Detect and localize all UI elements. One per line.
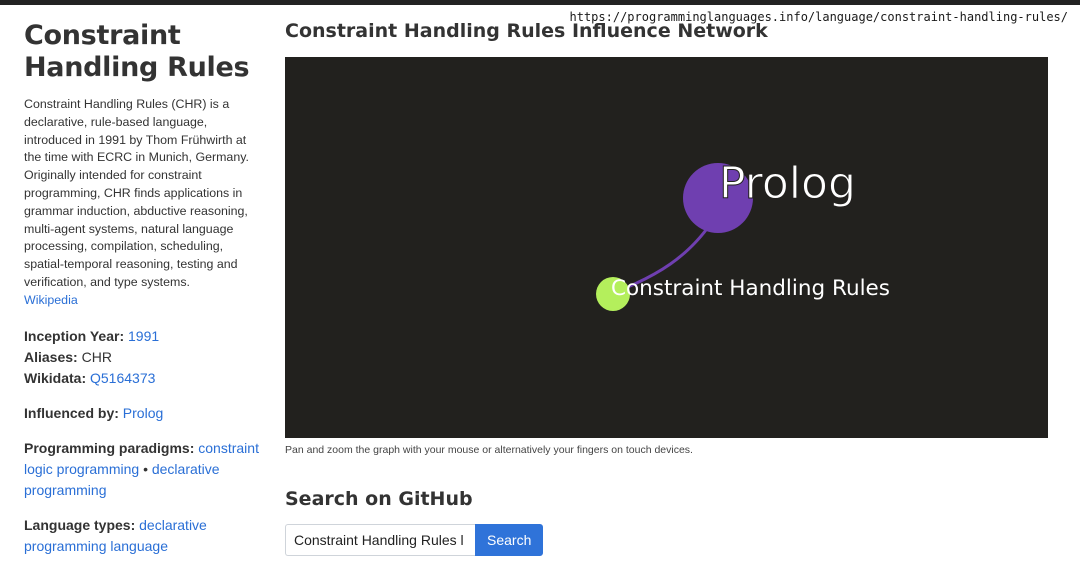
network-section-header: Constraint Handling Rules Influence Netw… <box>285 18 1055 44</box>
inception-label: Inception Year: <box>24 327 125 344</box>
paradigm-separator: • <box>143 460 148 477</box>
language-types-row: Language types: declarative programming … <box>24 515 264 557</box>
language-types-label: Language types: <box>24 516 136 533</box>
graph-label-prolog: Prolog <box>719 158 856 209</box>
influenced-by-link[interactable]: Prolog <box>123 405 163 421</box>
aliases-label: Aliases: <box>24 348 78 365</box>
aliases-value: CHR <box>81 348 112 365</box>
wikidata-row: Wikidata: Q5164373 <box>24 368 264 389</box>
facts-list: Inception Year: 1991 Aliases: CHR Wikida… <box>24 326 264 389</box>
paradigms-label: Programming paradigms: <box>24 439 195 456</box>
page-title-line2: Handling Rules <box>24 52 250 83</box>
page-title: Constraint Handling Rules <box>24 20 264 84</box>
description-text: Constraint Handling Rules (CHR) is a dec… <box>24 97 249 289</box>
github-search-input[interactable] <box>285 524 475 556</box>
influence-network-graph[interactable]: Prolog Constraint Handling Rules <box>285 57 1048 438</box>
graph-label-chr: Constraint Handling Rules <box>611 276 890 301</box>
inception-year-link[interactable]: 1991 <box>128 328 159 344</box>
language-description: Constraint Handling Rules (CHR) is a dec… <box>24 96 264 310</box>
wikidata-link[interactable]: Q5164373 <box>90 370 155 386</box>
github-search-title: Search on GitHub <box>285 488 473 510</box>
github-search-form: Search <box>285 524 544 557</box>
influenced-by-row: Influenced by: Prolog <box>24 403 264 424</box>
browser-top-bar <box>0 0 1080 5</box>
graph-caption: Pan and zoom the graph with your mouse o… <box>285 444 693 456</box>
network-title: Constraint Handling Rules Influence Netw… <box>285 20 768 42</box>
paradigms-row: Programming paradigms: constraint logic … <box>24 438 264 501</box>
sidebar: Constraint Handling Rules Constraint Han… <box>24 20 264 557</box>
wikipedia-link[interactable]: Wikipedia <box>24 293 78 307</box>
influenced-by-label: Influenced by: <box>24 404 119 421</box>
github-search-button[interactable]: Search <box>475 524 544 556</box>
wikidata-label: Wikidata: <box>24 369 87 386</box>
inception-row: Inception Year: 1991 <box>24 326 264 347</box>
network-svg[interactable]: Prolog Constraint Handling Rules <box>285 57 1048 438</box>
page-title-line1: Constraint <box>24 20 181 51</box>
aliases-row: Aliases: CHR <box>24 347 264 368</box>
